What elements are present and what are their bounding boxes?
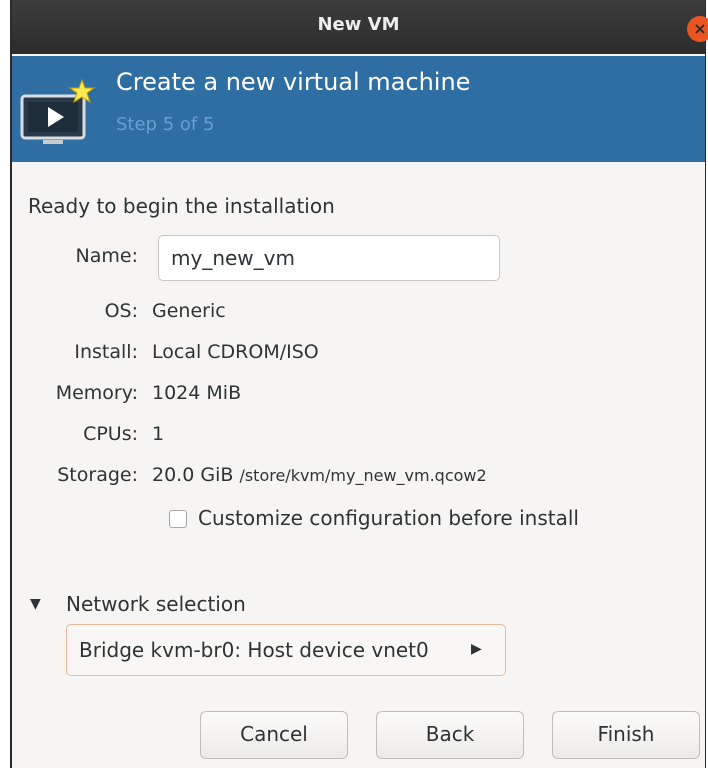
storage-label: Storage: (57, 464, 138, 486)
customize-label[interactable]: Customize configuration before install (198, 506, 579, 530)
storage-value: 20.0 GiB /store/kvm/my_new_vm.qcow2 (152, 464, 487, 486)
memory-value: 1024 MiB (152, 382, 242, 404)
network-selection-expander[interactable]: Network selection (66, 592, 246, 616)
cpus-label: CPUs: (83, 423, 138, 445)
wizard-title: Create a new virtual machine (116, 68, 471, 96)
monitor-play-icon (20, 78, 96, 144)
window-title: New VM (317, 14, 400, 35)
install-label: Install: (74, 341, 138, 363)
title-bar: New VM × (12, 0, 708, 54)
combo-arrow-icon: ▶ (471, 641, 482, 657)
expander-arrow-icon[interactable]: ▼ (30, 596, 41, 612)
install-value: Local CDROM/ISO (152, 341, 319, 363)
os-label: OS: (104, 300, 138, 322)
cancel-button[interactable]: Cancel (200, 711, 348, 759)
memory-label: Memory: (55, 382, 138, 404)
vm-name-input[interactable] (158, 235, 500, 281)
summary-title: Ready to begin the installation (28, 194, 335, 218)
close-icon[interactable]: × (687, 16, 708, 42)
cpus-value: 1 (152, 423, 165, 445)
storage-size: 20.0 GiB (152, 464, 234, 486)
storage-path: /store/kvm/my_new_vm.qcow2 (239, 466, 487, 485)
new-vm-window: New VM × Create a new virtual machine St… (10, 0, 708, 768)
finish-button[interactable]: Finish (552, 711, 700, 759)
network-source-combo[interactable]: Bridge kvm-br0: Host device vnet0 ▶ (66, 624, 506, 676)
back-button[interactable]: Back (376, 711, 524, 759)
customize-checkbox[interactable] (169, 510, 187, 528)
network-source-value: Bridge kvm-br0: Host device vnet0 (79, 638, 429, 662)
os-value: Generic (152, 300, 226, 322)
wizard-header: Create a new virtual machine Step 5 of 5 (12, 56, 705, 162)
name-label: Name: (75, 245, 138, 267)
wizard-step: Step 5 of 5 (116, 114, 215, 135)
